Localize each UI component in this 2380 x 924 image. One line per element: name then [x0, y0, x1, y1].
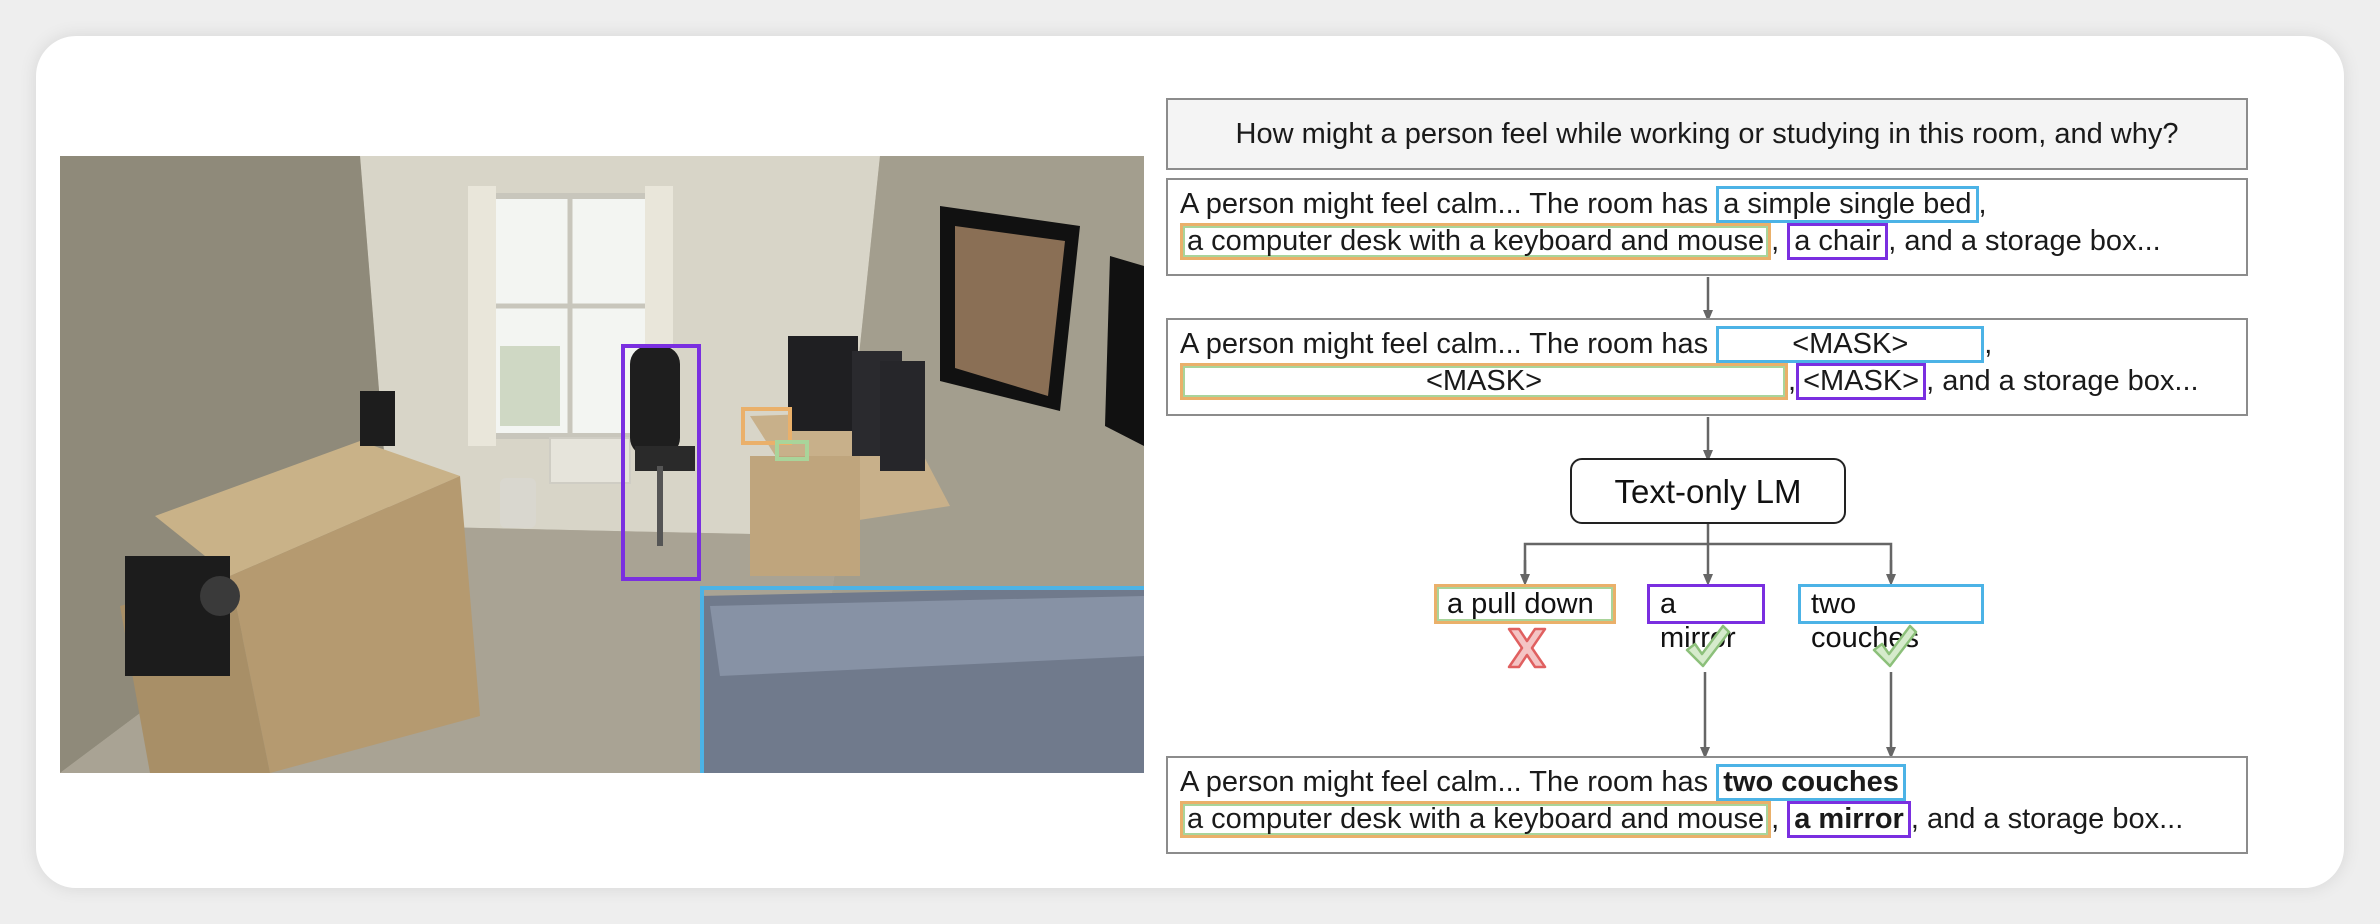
- span-computer-desk: a computer desk with a keyboard and mous…: [1180, 223, 1772, 260]
- span-chair: a chair: [1787, 223, 1889, 260]
- result-comma: ,: [1771, 803, 1780, 835]
- caption-line-2: a computer desk with a keyboard and mous…: [1180, 223, 2236, 260]
- candidate-mirror: a mirror: [1647, 584, 1765, 654]
- candidate-two-couches: two couches: [1798, 584, 1984, 654]
- masked-comma: ,: [1788, 365, 1797, 397]
- caption-suffix: , and a storage box...: [1888, 225, 2161, 257]
- check-icon: [1685, 624, 1731, 668]
- cross-icon: [1507, 627, 1547, 669]
- caption-line-1: A person might feel calm... The room has…: [1180, 186, 2236, 223]
- result-prefix: A person might feel calm... The room has: [1180, 766, 1709, 798]
- caption-comma: ,: [1771, 225, 1780, 257]
- caption-prefix: A person might feel calm... The room has: [1180, 188, 1709, 220]
- span-two-couches: two couches: [1716, 764, 1906, 801]
- candidate-pull-down: a pull down: [1434, 584, 1616, 624]
- masked-line-1: A person might feel calm... The room has…: [1180, 326, 2236, 363]
- masked-caption-box: A person might feel calm... The room has…: [1166, 318, 2248, 416]
- masked-suffix: , and a storage box...: [1926, 365, 2199, 397]
- result-caption-box: A person might feel calm... The room has…: [1166, 756, 2248, 854]
- result-line-1: A person might feel calm... The room has…: [1180, 764, 2236, 801]
- original-caption-box: A person might feel calm... The room has…: [1166, 178, 2248, 276]
- mask-token-3: <MASK>: [1796, 363, 1927, 400]
- mask-token-1: <MASK>: [1716, 326, 1985, 363]
- span-mirror: a mirror: [1787, 801, 1911, 838]
- check-icon: [1872, 624, 1918, 668]
- masked-line-2: <MASK>, <MASK>, and a storage box...: [1180, 363, 2236, 400]
- result-suffix: , and a storage box...: [1910, 803, 2184, 835]
- text-only-lm-box: Text-only LM: [1570, 458, 1846, 524]
- masked-prefix: A person might feel calm... The room has: [1180, 328, 1709, 360]
- caption-comma: ,: [1978, 188, 1987, 220]
- mask-token-2: <MASK>: [1180, 363, 1788, 400]
- result-line-2: a computer desk with a keyboard and mous…: [1180, 801, 2236, 838]
- span-single-bed: a simple single bed: [1716, 186, 1979, 223]
- span-computer-desk: a computer desk with a keyboard and mous…: [1180, 801, 1772, 838]
- question-box: How might a person feel while working or…: [1166, 98, 2248, 170]
- masked-comma: ,: [1984, 328, 1993, 360]
